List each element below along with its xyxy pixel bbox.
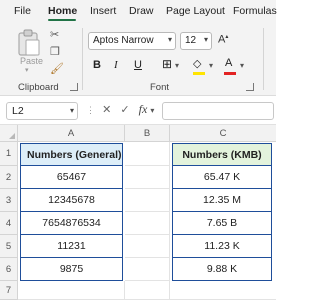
cell-a4[interactable]: 7654876534 xyxy=(21,212,122,235)
cell-b6[interactable] xyxy=(125,258,170,281)
paste-button-label[interactable]: Paste xyxy=(20,56,43,66)
font-color-swatch xyxy=(224,72,236,75)
tab-file[interactable]: File xyxy=(14,5,31,17)
enter-icon[interactable]: ✓ xyxy=(120,104,129,116)
cell-a7[interactable] xyxy=(18,281,125,300)
tab-draw[interactable]: Draw xyxy=(129,5,154,17)
cell-c1[interactable]: Numbers (KMB) xyxy=(173,144,271,166)
font-size-select[interactable]: 12 ▾ xyxy=(180,32,212,50)
font-group-label: Font xyxy=(150,82,170,93)
cut-icon[interactable]: ✂ xyxy=(50,28,59,41)
cell-value: 9875 xyxy=(59,262,84,275)
ribbon-divider xyxy=(82,28,83,90)
select-all-icon xyxy=(9,133,15,139)
cell-b1[interactable] xyxy=(125,142,170,166)
chevron-down-icon: ▾ xyxy=(69,106,74,115)
cell-value: 12345678 xyxy=(48,194,95,206)
cell-b2[interactable] xyxy=(125,166,170,189)
formula-controls: ⋮ ✕ ✓ fx ▾ xyxy=(86,102,154,117)
fill-color-icon[interactable]: ◇ xyxy=(193,57,201,70)
row-header-5[interactable]: 5 xyxy=(0,235,18,258)
active-tab-indicator xyxy=(48,19,76,21)
row-header-1[interactable]: 1 xyxy=(0,142,18,166)
copy-icon[interactable]: ❐ xyxy=(50,45,60,58)
clipboard-launcher-icon[interactable] xyxy=(70,83,78,91)
cell-value: 65.47 K xyxy=(203,171,241,183)
tab-page-layout[interactable]: Page Layout xyxy=(166,5,225,17)
column-header-a[interactable]: A xyxy=(18,125,125,142)
italic-button[interactable]: I xyxy=(114,59,118,71)
paste-icon[interactable] xyxy=(16,28,42,58)
name-box[interactable]: L2 ▾ xyxy=(6,102,78,120)
column-header-c[interactable]: C xyxy=(170,125,276,142)
chevron-down-icon[interactable]: ▾ xyxy=(175,61,179,70)
cell-c2[interactable]: 65.47 K xyxy=(173,166,271,189)
table-header: Numbers (KMB) xyxy=(182,148,262,161)
row-header-2[interactable]: 2 xyxy=(0,166,18,189)
tab-insert[interactable]: Insert xyxy=(90,5,116,17)
cell-c5[interactable]: 11.23 K xyxy=(173,235,271,258)
fill-color-swatch xyxy=(193,72,205,75)
tab-home[interactable]: Home xyxy=(48,5,77,17)
chevron-down-icon: ▾ xyxy=(203,35,208,44)
row-header-7[interactable]: 7 xyxy=(0,281,18,300)
row-header-6[interactable]: 6 xyxy=(0,258,18,281)
more-icon: ⋮ xyxy=(86,105,95,115)
numbers-kmb-table: Numbers (KMB) 65.47 K 12.35 M 7.65 B 11.… xyxy=(172,143,272,281)
ribbon-divider xyxy=(263,28,264,90)
font-size-value: 12 xyxy=(185,35,197,46)
cell-c4[interactable]: 7.65 B xyxy=(173,212,271,235)
increase-font-icon[interactable]: A▴ xyxy=(218,33,228,46)
numbers-general-table: Numbers (General) 65467 12345678 7654876… xyxy=(20,143,123,281)
chevron-down-icon: ▾ xyxy=(167,35,172,44)
cell-c3[interactable]: 12.35 M xyxy=(173,189,271,212)
row-header-3[interactable]: 3 xyxy=(0,189,18,212)
ribbon-tabs: File Home Insert Draw Page Layout Formul… xyxy=(0,0,277,22)
ribbon: Paste ▾ ✂ ❐ 🖌 Clipboard Aptos Narrow ▾ 1… xyxy=(0,22,276,96)
chevron-down-icon[interactable]: ▾ xyxy=(150,106,154,115)
tab-formulas[interactable]: Formulas xyxy=(233,5,277,17)
cell-value: 65467 xyxy=(56,171,87,183)
format-painter-icon[interactable]: 🖌 xyxy=(50,62,64,75)
borders-icon[interactable]: ⊞ xyxy=(162,57,172,71)
font-name-value: Aptos Narrow xyxy=(93,35,154,46)
cell-value: 7654876534 xyxy=(42,217,101,229)
cell-value: 11231 xyxy=(57,240,86,252)
cell-value: 7.65 B xyxy=(206,217,238,229)
paste-dropdown-icon[interactable]: ▾ xyxy=(25,66,29,74)
cell-b4[interactable] xyxy=(125,212,170,235)
cell-a3[interactable]: 12345678 xyxy=(21,189,122,212)
cell-b3[interactable] xyxy=(125,189,170,212)
cell-a1[interactable]: Numbers (General) xyxy=(21,144,122,166)
cell-a2[interactable]: 65467 xyxy=(21,166,122,189)
row-header-4[interactable]: 4 xyxy=(0,212,18,235)
chevron-down-icon[interactable]: ▾ xyxy=(240,61,244,70)
bold-button[interactable]: B xyxy=(93,59,101,71)
chevron-down-icon[interactable]: ▾ xyxy=(209,61,213,70)
underline-button[interactable]: U xyxy=(134,59,142,71)
insert-function-icon[interactable]: fx xyxy=(139,102,148,116)
select-all-button[interactable] xyxy=(0,125,18,142)
formula-input[interactable] xyxy=(162,102,274,120)
font-name-select[interactable]: Aptos Narrow ▾ xyxy=(88,32,176,50)
cell-a5[interactable]: 11231 xyxy=(21,235,122,258)
table-header: Numbers (General) xyxy=(27,148,122,161)
cell-c6[interactable]: 9.88 K xyxy=(173,258,271,279)
formula-bar: L2 ▾ ⋮ ✕ ✓ fx ▾ xyxy=(0,97,276,125)
clipboard-group-label: Clipboard xyxy=(18,82,59,93)
font-launcher-icon[interactable] xyxy=(246,83,254,91)
column-header-b[interactable]: B xyxy=(125,125,170,142)
cell-a6[interactable]: 9875 xyxy=(21,258,122,279)
worksheet-grid[interactable]: A B C 1 2 3 4 5 6 7 Numbers (General) 65… xyxy=(0,125,276,300)
name-box-value: L2 xyxy=(12,105,24,117)
cell-value: 12.35 M xyxy=(203,194,241,206)
cell-value: 11.23 K xyxy=(204,240,240,252)
cell-c7[interactable] xyxy=(170,281,276,300)
font-color-icon[interactable]: A xyxy=(225,57,232,69)
cell-b5[interactable] xyxy=(125,235,170,258)
cell-b7[interactable] xyxy=(125,281,170,300)
cancel-icon[interactable]: ✕ xyxy=(102,104,111,116)
cell-value: 9.88 K xyxy=(206,262,238,275)
